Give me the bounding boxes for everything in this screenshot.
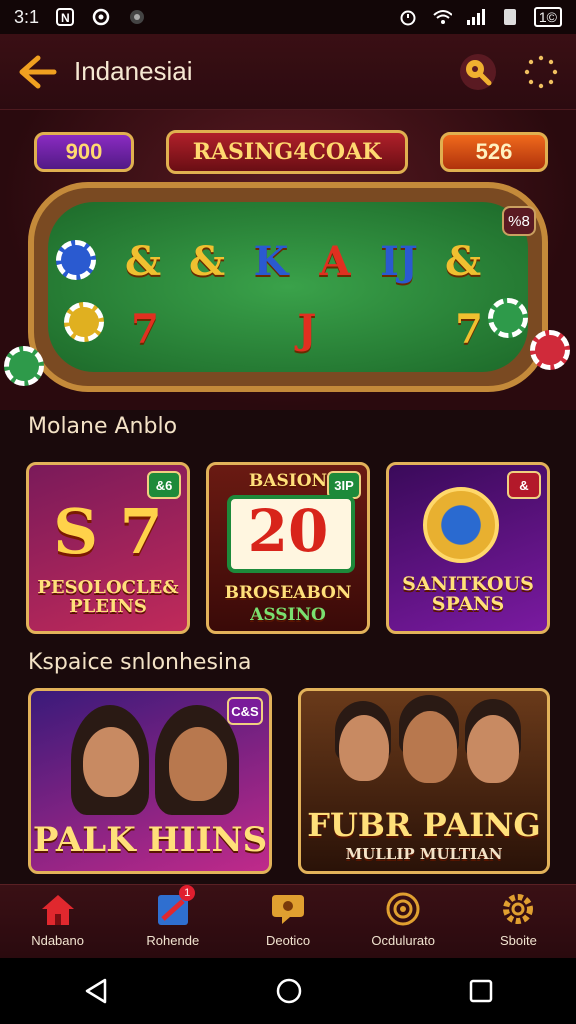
nav-label: Ocdulurato [371, 933, 435, 948]
notification-badge: 1 [179, 885, 196, 901]
character-face [83, 727, 139, 797]
card-row-top: & & K A IJ & [122, 237, 484, 285]
card-glyph: & [124, 237, 162, 285]
loading-spinner-icon[interactable] [524, 55, 558, 89]
character-face [467, 715, 519, 783]
poker-table: & & K A IJ & 7 J 7 %8 [28, 182, 548, 392]
game-subcaption: ASSINO [250, 605, 326, 625]
bottom-navigation: Ndabano 1 Rohende Deotico Ocdulurato Sbo… [0, 884, 576, 958]
signal-icon [466, 8, 486, 26]
card-glyph: J [297, 305, 317, 353]
sim-icon [500, 8, 520, 26]
nav-item-deotico[interactable]: Deotico [230, 885, 345, 958]
character-face [339, 715, 389, 781]
nav-item-home[interactable]: Ndabano [0, 885, 115, 958]
game-top-label: BASION [248, 471, 328, 491]
game-tile[interactable]: 3IP BASION 20 BROSEABON ASSINO [206, 462, 370, 634]
game-title-graphic: S 7 [53, 495, 163, 568]
game-caption: PESOLOCLE& PLEINS [37, 577, 179, 617]
svg-text:N: N [61, 11, 70, 25]
target-icon [383, 891, 423, 927]
gear-icon [498, 891, 538, 927]
game-badge: C&S [227, 697, 263, 725]
sync-icon [91, 8, 111, 26]
app-notify-icon [127, 8, 147, 26]
poker-chip-icon [488, 298, 528, 338]
game-caption: SANITKOUS SPANS [402, 573, 534, 615]
status-bar: 3:1 N 1© [0, 0, 576, 34]
notification-n-icon: N [55, 8, 75, 26]
hero-title-pill: RASING4COAK [166, 130, 408, 174]
game-subcaption: MULLIP MULTIAN [345, 845, 503, 863]
coin-balance-pill[interactable]: 900 [34, 132, 134, 172]
character-face [403, 711, 457, 783]
game-tile[interactable]: & SANITKOUS SPANS [386, 462, 550, 634]
card-glyph: 7 [455, 305, 483, 353]
poker-chip-icon [530, 330, 570, 370]
card-glyph: A [319, 237, 351, 285]
section-title-2: Kspaice snlonhesina [28, 650, 252, 675]
game-caption: BROSEABON [224, 583, 352, 603]
recents-square-icon[interactable] [469, 979, 493, 1003]
game-tile[interactable]: C&S PALK HIINS [28, 688, 272, 874]
alarm-icon [398, 8, 418, 26]
card-glyph: & [444, 237, 482, 285]
status-time: 3:1 [14, 6, 40, 27]
game-badge: & [507, 471, 541, 499]
nav-item-rohende[interactable]: 1 Rohende [115, 885, 230, 958]
game-title-graphic: 20 [247, 497, 329, 565]
game-caption: FUBR PAING [307, 806, 541, 844]
page-title: Indanesiai [74, 56, 193, 86]
card-row-bottom: 7 J 7 [124, 305, 490, 353]
hero-banner[interactable]: 900 RASING4COAK 526 & & K A IJ & 7 J 7 %… [0, 110, 576, 410]
poker-chip-icon [56, 240, 96, 280]
system-navigation-bar [0, 958, 576, 1024]
character-face [169, 727, 227, 801]
card-glyph: 7 [131, 305, 159, 353]
search-icon[interactable] [458, 52, 498, 92]
game-caption: PALK HIINS [32, 820, 268, 860]
nav-item-settings[interactable]: Sboite [461, 885, 576, 958]
nav-label: Deotico [265, 933, 311, 948]
game-tile[interactable]: FUBR PAING MULLIP MULTIAN [298, 688, 550, 874]
battery-indicator: 1© [533, 7, 562, 27]
back-triangle-icon[interactable] [83, 978, 109, 1004]
back-arrow-icon[interactable] [18, 54, 58, 90]
nav-label: Rohende [146, 933, 200, 948]
card-glyph: & [188, 237, 226, 285]
table-badge: %8 [502, 206, 536, 236]
gem-balance-pill[interactable]: 526 [440, 132, 548, 172]
nav-label: Ndabano [31, 933, 84, 948]
nav-item-ocdulurato[interactable]: Ocdulurato [346, 885, 461, 958]
game-tile[interactable]: &6 S 7 PESOLOCLE& PLEINS [26, 462, 190, 634]
home-icon [38, 891, 78, 927]
poker-chip-icon [4, 346, 44, 386]
app-bar: Indanesiai [0, 34, 576, 110]
card-glyph: K [253, 237, 289, 285]
gold-coin-icon [423, 487, 499, 563]
gold-coin-icon [64, 302, 104, 342]
section-title-1: Molane Anblo [28, 414, 178, 439]
home-circle-icon[interactable] [275, 977, 303, 1005]
wifi-icon [432, 8, 452, 26]
nav-label: Sboite [499, 933, 537, 948]
chat-icon [268, 891, 308, 927]
card-glyph: IJ [380, 237, 418, 285]
